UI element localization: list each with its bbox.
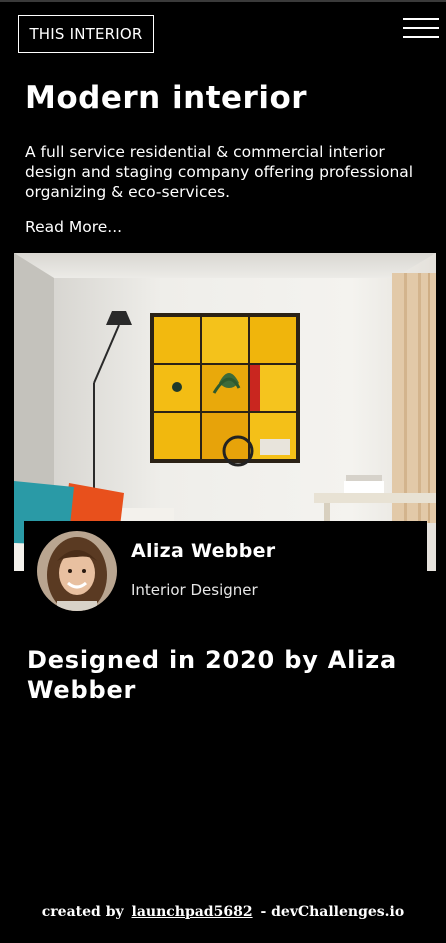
read-more-link[interactable]: Read More... <box>25 218 122 236</box>
hamburger-line <box>403 36 439 38</box>
page-footer: created by launchpad5682 - devChallenges… <box>0 904 446 920</box>
top-border <box>0 0 446 2</box>
hamburger-line <box>403 18 439 20</box>
site-logo[interactable]: THIS INTERIOR <box>18 15 154 53</box>
designed-by-note: Designed in 2020 by Aliza Webber <box>27 646 397 704</box>
author-name: Aliza Webber <box>131 540 276 562</box>
author-avatar <box>37 531 117 611</box>
page-title: Modern interior <box>25 80 308 116</box>
footer-prefix: created by <box>41 904 124 920</box>
author-card: Aliza Webber Interior Designer <box>24 521 427 621</box>
author-role: Interior Designer <box>131 581 258 599</box>
footer-username-link[interactable]: launchpad5682 <box>132 904 253 920</box>
hamburger-line <box>403 27 439 29</box>
footer-suffix: - devChallenges.io <box>260 904 405 920</box>
hero-description: A full service residential & commercial … <box>25 143 414 201</box>
hamburger-menu-icon[interactable] <box>403 18 439 40</box>
